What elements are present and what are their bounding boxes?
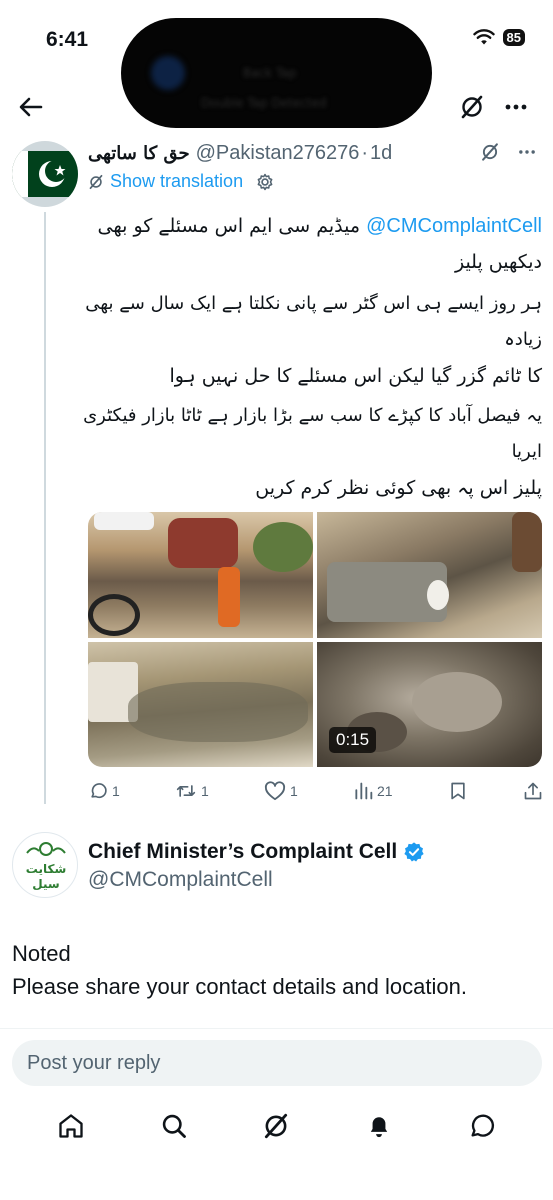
video-duration: 0:15 <box>329 727 377 753</box>
tweet-line: پلیز اس پہ بھی کوئی نظر کرم کریں <box>255 477 542 499</box>
tweet-line: @CMComplaintCell میڈیم سی ایم اس مسئلے ک… <box>97 215 542 237</box>
media-video[interactable]: 0:15 <box>317 641 542 767</box>
verified-badge-icon <box>404 842 424 862</box>
grok-icon[interactable] <box>480 142 500 162</box>
battery-indicator: 85 <box>502 28 525 46</box>
nav-messages[interactable] <box>465 1109 499 1143</box>
author-handle[interactable]: @Pakistan276276 <box>196 142 360 165</box>
repost-count: 1 <box>201 783 209 799</box>
author-name[interactable]: حق کا ساتھی <box>88 143 190 164</box>
reply-author-row: Chief Minister’s Complaint Cell <box>88 840 425 864</box>
media-grid: 0:15 <box>88 512 542 767</box>
share-button[interactable] <box>523 781 543 801</box>
media-photo[interactable] <box>88 641 313 767</box>
tweet-header: حق کا ساتھی @Pakistan276276 · 1d <box>88 138 538 168</box>
grok-icon <box>265 1113 288 1139</box>
tweet-line: ہر روز ایسے ہی اس گٹر سے پانی نکلتا ہے ا… <box>85 293 542 350</box>
top-nav <box>0 88 553 128</box>
reply-author-handle[interactable]: @CMComplaintCell <box>88 868 273 892</box>
nav-notifications[interactable] <box>362 1109 396 1143</box>
divider <box>0 1028 553 1029</box>
reply-placeholder: Post your reply <box>27 1051 161 1074</box>
author-avatar[interactable] <box>12 141 78 207</box>
svg-text:شکایت: شکایت <box>26 862 67 876</box>
nav-home[interactable] <box>54 1109 88 1143</box>
tweet-header-actions <box>480 142 538 162</box>
nav-grok[interactable] <box>259 1109 293 1143</box>
reply-author-name[interactable]: Chief Minister’s Complaint Cell <box>88 840 397 864</box>
bookmark-button[interactable] <box>448 781 468 801</box>
tweet-text: @CMComplaintCell میڈیم سی ایم اس مسئلے ک… <box>82 208 542 506</box>
status-time: 6:41 <box>46 28 89 51</box>
bookmark-icon <box>451 782 465 800</box>
like-count: 1 <box>290 783 298 799</box>
reply-icon <box>91 783 107 799</box>
tweet-actions: 1 1 1 21 <box>88 778 543 804</box>
reply-button[interactable]: 1 <box>88 781 120 801</box>
more-icon[interactable] <box>503 94 529 120</box>
bottom-nav <box>0 1100 553 1152</box>
tweet-line: دیکھیں پلیز <box>454 251 542 273</box>
back-button[interactable] <box>16 92 46 122</box>
pakistan-flag-icon <box>12 141 78 207</box>
nav-search[interactable] <box>157 1109 191 1143</box>
tweet-line: یہ فیصل آباد کا کپڑے کا سب سے بڑا بازار … <box>83 405 542 462</box>
tweet-time: 1d <box>370 141 393 164</box>
reply-line: Noted <box>12 941 71 966</box>
like-button[interactable]: 1 <box>264 781 298 801</box>
island-app-icon <box>151 56 185 90</box>
mention-link[interactable]: @CMComplaintCell <box>366 215 542 237</box>
wifi-icon <box>472 29 495 45</box>
reply-count: 1 <box>112 783 120 799</box>
media-photo[interactable] <box>317 512 542 638</box>
notifications-icon <box>370 1117 388 1138</box>
messages-icon <box>471 1114 494 1137</box>
like-icon <box>264 781 286 801</box>
show-translation-link[interactable]: Show translation <box>88 171 275 192</box>
search-icon <box>162 1114 186 1138</box>
views-count: 21 <box>377 783 393 799</box>
views-button[interactable]: 21 <box>353 781 393 801</box>
reply-author-avatar[interactable]: شکایت سیل <box>12 832 78 898</box>
tweet-line: کا ٹائم گزر گیا لیکن اس مسئلے کا حل نہیں… <box>169 365 542 387</box>
reply-input[interactable]: Post your reply <box>12 1040 542 1086</box>
complaint-cell-logo-icon: شکایت سیل <box>26 842 67 891</box>
views-icon <box>355 782 373 800</box>
repost-icon <box>176 785 196 797</box>
reply-line: Please share your contact details and lo… <box>12 974 467 999</box>
repost-button[interactable]: 1 <box>175 781 209 801</box>
island-title: Back Tap <box>243 66 297 80</box>
separator: · <box>361 141 369 164</box>
show-translation-label: Show translation <box>110 171 244 191</box>
share-icon <box>524 782 542 800</box>
gear-icon[interactable] <box>255 172 275 192</box>
back-arrow-icon <box>19 97 43 117</box>
thread-line <box>44 212 46 804</box>
svg-text:سیل: سیل <box>32 877 59 891</box>
grok-icon[interactable] <box>459 94 485 120</box>
top-nav-actions <box>459 94 529 120</box>
media-photo[interactable] <box>88 512 313 638</box>
reply-text: Noted Please share your contact details … <box>12 937 542 1003</box>
status-bar: 6:41 Back Tap Double Tap Detected 85 <box>0 0 553 128</box>
status-icons: 85 <box>472 28 525 46</box>
home-icon <box>59 1114 83 1138</box>
grok-icon <box>89 174 103 189</box>
more-icon[interactable] <box>516 142 538 162</box>
